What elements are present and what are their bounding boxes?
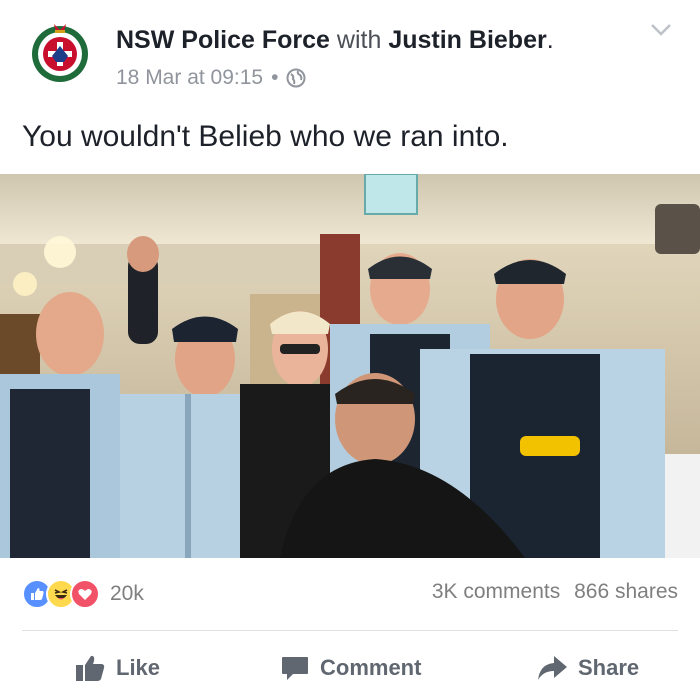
like-button[interactable]: Like: [74, 648, 160, 688]
like-label: Like: [116, 655, 161, 680]
with-text: with: [336, 26, 382, 54]
share-button[interactable]: Share: [536, 648, 639, 688]
shares-count[interactable]: 866 shares: [574, 580, 678, 603]
reaction-count: 20k: [110, 582, 144, 605]
reactions-summary[interactable]: 20k: [22, 578, 144, 610]
tagged-link[interactable]: Justin Bieber: [388, 26, 546, 54]
post-timestamp[interactable]: 18 Mar at 09:15: [116, 66, 263, 90]
group-photo-image: [0, 174, 700, 558]
title-period: .: [546, 26, 554, 54]
share-label: Share: [578, 655, 640, 680]
chevron-down-icon[interactable]: [650, 22, 672, 38]
comment-icon: [282, 657, 308, 680]
engagement-stats: 3K comments 866 shares: [432, 580, 678, 604]
comments-count[interactable]: 3K comments: [432, 580, 560, 603]
post-photo[interactable]: [0, 174, 700, 558]
meta-separator: •: [271, 66, 279, 89]
love-reaction-icon: [70, 579, 100, 609]
post-meta: 18 Mar at 09:15 •: [116, 66, 306, 90]
post-message: You wouldn't Belieb who we ran into.: [22, 120, 509, 153]
action-bar: Like Comment Share: [0, 640, 700, 696]
actions-divider: [22, 630, 678, 631]
post-title: NSW Police Force with Justin Bieber.: [116, 26, 554, 55]
share-arrow-icon: [538, 656, 567, 680]
nsw-police-badge-icon: [32, 24, 88, 82]
page-avatar[interactable]: [24, 16, 96, 88]
thumbs-up-icon: [76, 655, 105, 681]
globe-icon[interactable]: [286, 68, 306, 88]
comment-button[interactable]: Comment: [280, 648, 421, 688]
comment-label: Comment: [320, 655, 422, 680]
post-header: NSW Police Force with Justin Bieber. 18 …: [0, 0, 700, 110]
author-link[interactable]: NSW Police Force: [116, 26, 330, 54]
